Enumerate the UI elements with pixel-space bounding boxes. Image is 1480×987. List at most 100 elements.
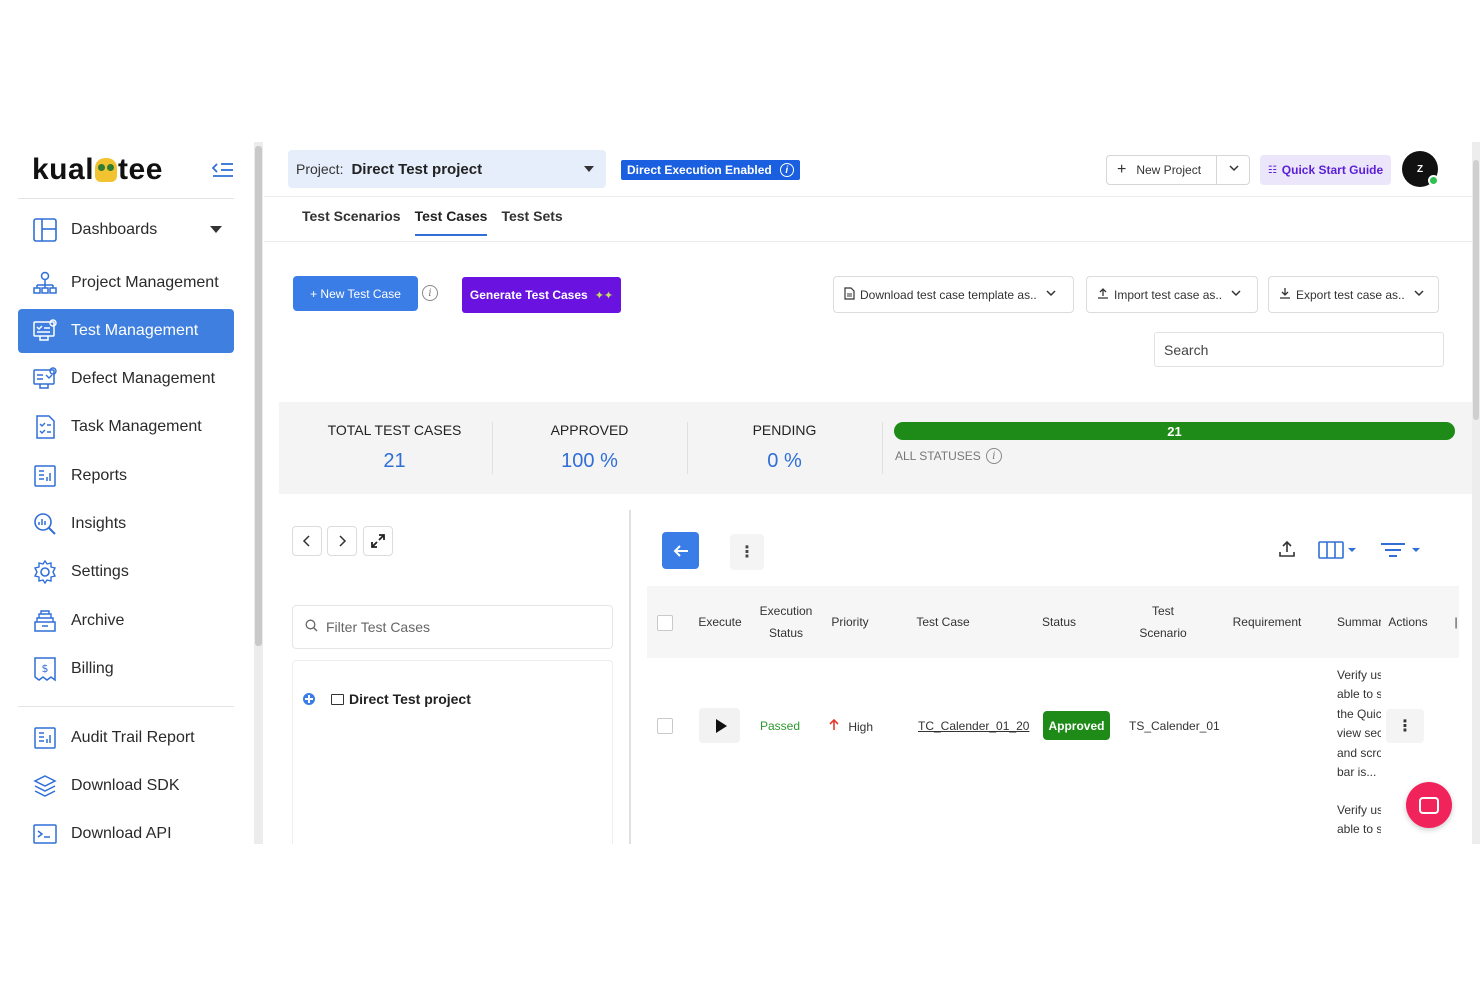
sidebar-scrollbar[interactable] [254,142,263,844]
sidebar-item-billing[interactable]: $ Billing [18,647,234,691]
expand-node-icon[interactable] [303,693,315,705]
play-icon[interactable] [699,708,740,743]
search-input[interactable]: Search [1154,332,1444,367]
tree-node-label: Direct Test project [349,691,471,707]
filter-icon[interactable] [1380,540,1424,565]
quick-start-guide-button[interactable]: ☷ Quick Start Guide [1260,155,1391,185]
filter-test-cases-input[interactable]: Filter Test Cases [292,605,613,649]
scrollbar-thumb[interactable] [255,146,262,646]
chevron-down-icon[interactable] [1228,162,1240,177]
status-progress-bar[interactable]: 21 [894,422,1455,440]
tab-test-scenarios[interactable]: Test Scenarios [302,208,401,236]
sidebar-item-settings[interactable]: Settings [18,550,234,594]
chevron-right-icon[interactable] [327,526,357,556]
th-requirement[interactable]: Requirement [1229,611,1305,633]
th-line: Test [1151,604,1174,618]
table-header: Execute Execution Status Priority Test C… [647,586,1459,658]
th-line: Execution [759,604,813,618]
th-overflow-edge: | [1454,615,1458,629]
badge-label: Direct Execution Enabled [627,163,772,177]
row-checkbox[interactable] [657,718,673,734]
tree-node-root[interactable]: Direct Test project [303,691,471,707]
export-test-case-button[interactable]: Export test case as.. [1268,276,1439,313]
stat-approved: APPROVED 100 % [492,422,687,473]
info-icon[interactable]: i [779,163,794,177]
th-test-case[interactable]: Test Case [913,611,973,633]
select-all-checkbox[interactable] [657,615,673,631]
columns-icon[interactable] [1318,540,1360,565]
import-label: Import test case as.. [1114,287,1223,302]
sidebar-item-insights[interactable]: Insights [18,502,234,546]
generate-test-cases-button[interactable]: Generate Test Cases ✦✦ [462,277,621,313]
task-management-icon [32,414,58,440]
project-label: Project: [296,161,344,177]
expand-icon[interactable] [363,526,393,556]
th-execute[interactable]: Execute [697,611,743,633]
page-scrollbar[interactable] [1472,142,1480,844]
audit-trail-icon [32,725,58,751]
sidebar-item-test-management[interactable]: Test Management [18,309,234,353]
sidebar-item-defect-management[interactable]: Defect Management [18,357,234,401]
summary-line: Verify user [1337,668,1381,682]
chat-support-button[interactable] [1406,782,1452,828]
info-icon[interactable]: i [422,285,438,301]
new-test-case-button[interactable]: + New Test Case [293,276,418,311]
download-icon [1279,287,1291,302]
sidebar-item-reports[interactable]: Reports [18,454,234,498]
th-actions[interactable]: Actions [1386,611,1430,633]
sidebar-item-download-sdk[interactable]: Download SDK [18,764,234,808]
upload-icon [1097,287,1109,302]
th-priority[interactable]: Priority [827,611,873,633]
import-test-case-button[interactable]: Import test case as.. [1086,276,1258,313]
sidebar-item-dashboards[interactable]: Dashboards [18,208,234,252]
scrollbar-thumb[interactable] [1473,160,1479,420]
sidebar-item-audit-trail[interactable]: Audit Trail Report [18,716,234,760]
project-select[interactable]: Project: Direct Test project [288,150,606,188]
archive-icon [32,608,58,634]
upload-icon[interactable] [1278,540,1296,563]
panel-splitter[interactable] [629,510,631,844]
test-case-link[interactable]: TC_Calender_01_20 [918,719,1029,733]
sidebar-item-project-management[interactable]: Project Management [18,261,234,305]
th-summary[interactable]: Summary [1337,611,1381,633]
stat-label: APPROVED [550,422,629,438]
more-options-button[interactable]: ⋮ [730,534,764,570]
download-sdk-icon [32,773,58,799]
sidebar-item-archive[interactable]: Archive [18,599,234,643]
sidebar-item-label: Dashboards [71,221,158,238]
sidebar-item-task-management[interactable]: Task Management [18,405,234,449]
chevron-left-icon[interactable] [292,526,322,556]
filter-placeholder: Filter Test Cases [326,619,430,635]
info-icon[interactable]: i [985,448,1002,464]
th-test-scenario[interactable]: Test Scenario [1133,600,1193,644]
owl-logo-icon [95,158,118,182]
sidebar-item-label: Settings [71,563,129,580]
stat-divider [882,422,883,474]
collapse-sidebar-icon[interactable] [211,161,234,179]
kualitee-logo[interactable]: kual tee [32,153,163,187]
stat-value: 21 [383,450,406,472]
priority-cell: High [829,718,873,734]
sidebar-item-label: Audit Trail Report [71,729,195,746]
chevron-down-icon[interactable] [210,226,222,233]
quick-start-label: Quick Start Guide [1281,163,1384,177]
new-project-button[interactable]: + New Project [1106,155,1250,185]
download-template-button[interactable]: Download test case template as.. [833,276,1074,313]
th-execution-status[interactable]: Execution Status [757,600,815,644]
back-arrow-button[interactable] [662,532,699,569]
defect-management-icon [32,366,58,392]
reports-icon [32,463,58,489]
export-label: Export test case as.. [1296,287,1405,302]
summary-line: bar is... [1337,765,1377,780]
sidebar-item-download-api[interactable]: Download API [18,812,234,844]
download-api-icon [32,821,58,844]
avatar[interactable]: Z [1402,151,1439,187]
sidebar-item-label: Download API [71,825,172,842]
tab-test-sets[interactable]: Test Sets [501,208,562,236]
chevron-down-icon [1413,287,1425,302]
stat-label: TOTAL TEST CASES [327,422,462,438]
th-status[interactable]: Status [1039,611,1079,633]
row-actions-button[interactable]: ⋮ [1386,709,1424,743]
status-badge: Approved [1043,711,1110,740]
tab-test-cases[interactable]: Test Cases [414,208,488,236]
